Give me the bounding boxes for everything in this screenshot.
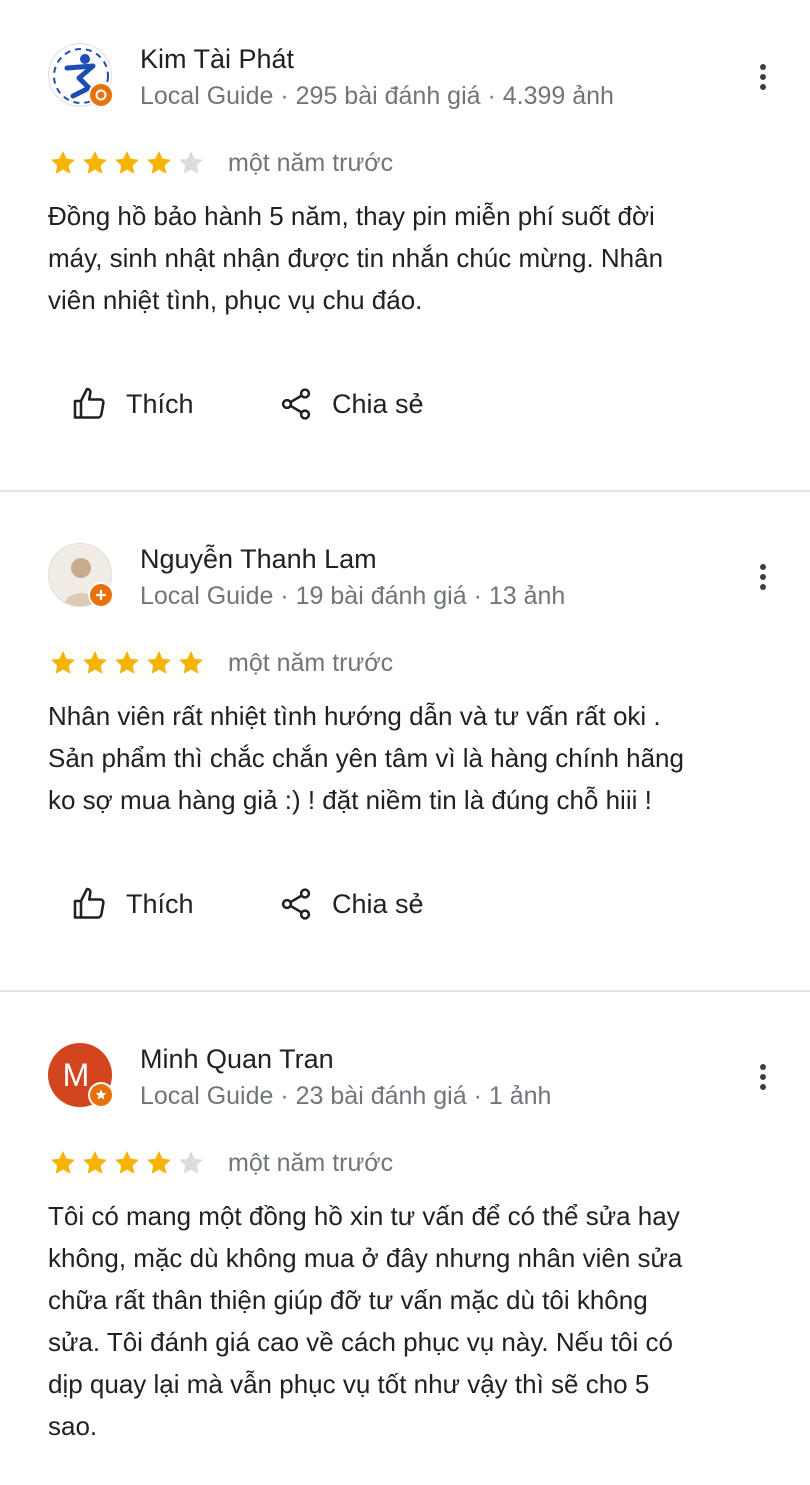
star-rating [48,148,208,180]
like-button[interactable]: Thích [72,882,194,926]
star-filled-icon [115,651,139,674]
more-vert-icon [760,564,766,590]
more-options-button[interactable] [748,60,778,94]
like-button[interactable]: Thích [72,382,194,426]
star-empty-icon [179,1151,203,1174]
star-filled-icon [83,1151,107,1174]
review-card: Kim Tài Phát Local Guide · 295 bài đánh … [0,0,810,490]
reviewer-meta: Local Guide · 295 bài đánh giá · 4.399 ả… [140,82,614,110]
star-rating [48,648,208,680]
thumb-up-icon [73,387,105,419]
star-filled-icon [179,651,203,674]
star-rating [48,1148,208,1180]
star-filled-icon [115,151,139,174]
reviewer-name[interactable]: Minh Quan Tran [140,1044,334,1075]
reviewer-meta: Local Guide · 19 bài đánh giá · 13 ảnh [140,582,566,610]
review-date: một năm trước [228,1149,394,1177]
star-filled-icon [83,151,107,174]
local-guide-badge-icon [88,582,114,608]
review-text: Đồng hồ bảo hành 5 năm, thay pin miễn ph… [48,201,664,315]
review-card: M Minh Quan Tran Local Guide · 23 bài đá… [0,1000,810,1485]
divider [0,490,810,492]
share-icon [281,888,311,920]
more-vert-icon [760,64,766,90]
more-options-button[interactable] [748,1060,778,1094]
local-guide-badge-icon [88,1082,114,1108]
star-filled-icon [147,1151,171,1174]
star-filled-icon [83,651,107,674]
review-text: Tôi có mang một đồng hồ xin tư vấn để có… [48,1201,683,1441]
share-button[interactable]: Chia sẻ [278,382,424,426]
avatar-letter: M [62,1056,90,1093]
share-label: Chia sẻ [332,388,424,419]
reviewer-name[interactable]: Nguyễn Thanh Lam [140,544,377,575]
star-empty-icon [179,151,203,174]
star-filled-icon [51,651,75,674]
reviewer-meta: Local Guide · 23 bài đánh giá · 1 ảnh [140,1082,552,1110]
share-button[interactable]: Chia sẻ [278,882,424,926]
divider [0,990,810,992]
thumb-up-icon [73,887,105,919]
more-options-button[interactable] [748,560,778,594]
star-filled-icon [147,651,171,674]
review-date: một năm trước [228,149,394,177]
review-text: Nhân viên rất nhiệt tình hướng dẫn và tư… [48,701,684,815]
share-icon [281,388,311,420]
reviewer-name[interactable]: Kim Tài Phát [140,44,294,75]
share-label: Chia sẻ [332,888,424,919]
local-guide-badge-icon [88,82,114,108]
review-card: Nguyễn Thanh Lam Local Guide · 19 bài đá… [0,500,810,990]
review-date: một năm trước [228,649,394,677]
like-label: Thích [126,388,194,419]
like-label: Thích [126,888,194,919]
star-filled-icon [115,1151,139,1174]
star-filled-icon [51,151,75,174]
star-filled-icon [147,151,171,174]
star-filled-icon [51,1151,75,1174]
more-vert-icon [760,1064,766,1090]
